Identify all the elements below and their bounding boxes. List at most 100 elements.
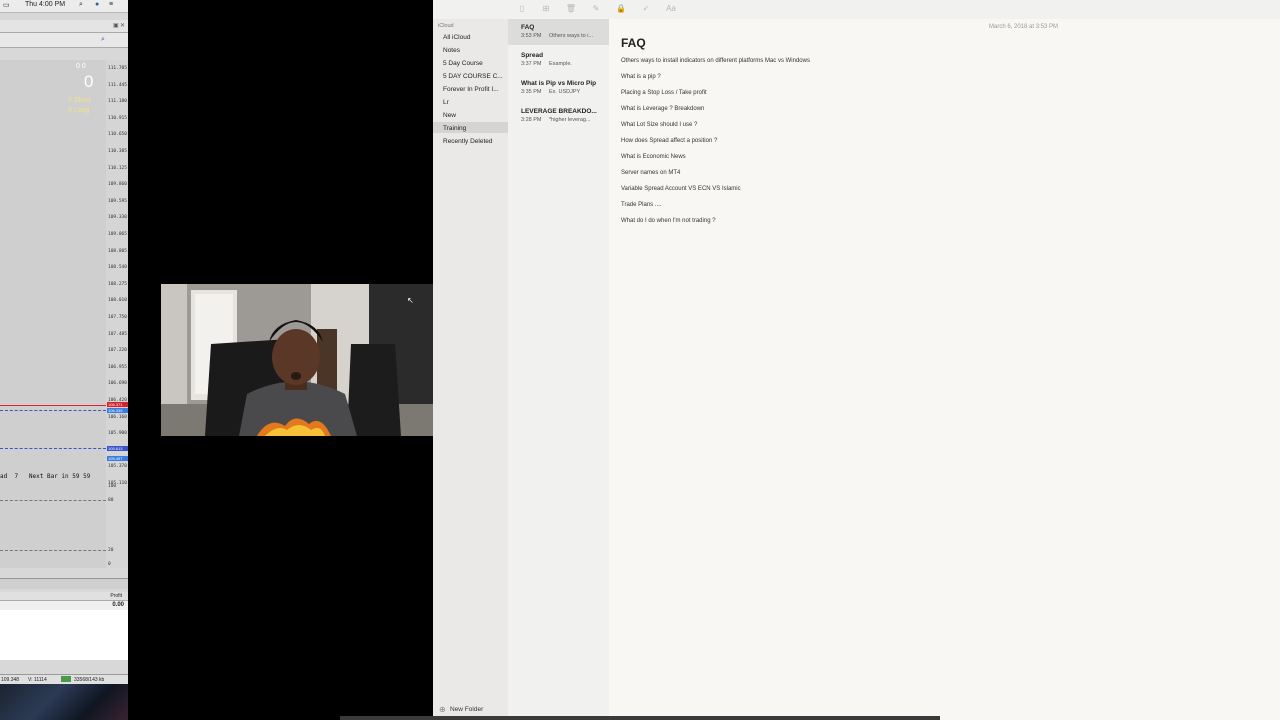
folder-new[interactable]: New bbox=[443, 112, 456, 119]
note-line[interactable]: What do I do when I'm not trading ? bbox=[621, 218, 716, 224]
note-snippet: Ex. USDJPY bbox=[549, 89, 581, 95]
price-chart[interactable] bbox=[0, 60, 107, 568]
status-traffic: 33568/143 kb bbox=[74, 677, 105, 683]
balance-value: 0 bbox=[84, 72, 94, 91]
price-tick: 106.690 bbox=[108, 381, 127, 387]
folder-lr[interactable]: Lr bbox=[443, 99, 449, 106]
note-line[interactable]: What is Economic News bbox=[621, 154, 686, 160]
menu-bar: ▭ Thu 4:00 PM ⌕ ● ≡ bbox=[0, 0, 128, 13]
note-list-item[interactable]: What is Pip vs Micro Pip 3:35 PM Ex. USD… bbox=[508, 75, 609, 101]
balance-counters: 0 0 bbox=[76, 63, 86, 70]
folder-all-icloud[interactable]: All iCloud bbox=[443, 34, 470, 41]
profit-header-label: Profit bbox=[110, 593, 122, 599]
connection-icon bbox=[61, 676, 71, 682]
price-level-red bbox=[0, 405, 106, 406]
folder-notes[interactable]: Notes bbox=[443, 47, 460, 54]
note-list-item[interactable]: FAQ 3:53 PM Others ways to i... bbox=[508, 19, 609, 45]
window-restore-icon[interactable]: ▣ bbox=[113, 22, 119, 29]
folder-forever-in-profit[interactable]: Forever In Profit I... bbox=[443, 86, 499, 93]
menu-icon[interactable]: ≡ bbox=[109, 1, 113, 8]
price-label-blue: 106.335 bbox=[107, 408, 128, 413]
price-tick: 108.010 bbox=[108, 298, 127, 304]
note-time: 3:35 PM bbox=[521, 89, 542, 95]
price-tick: 109.330 bbox=[108, 215, 127, 221]
note-time: 3:37 PM bbox=[521, 61, 542, 67]
price-label-red: 106.371 bbox=[107, 402, 128, 407]
account-label: iCloud bbox=[438, 23, 454, 29]
search-icon[interactable]: ⌕ bbox=[79, 1, 83, 9]
note-line[interactable]: Variable Spread Account VS ECN VS Islami… bbox=[621, 186, 741, 192]
terminal-scrollbar[interactable] bbox=[0, 578, 128, 589]
sidebar-toggle-icon[interactable]: ▯ bbox=[515, 4, 529, 14]
note-line[interactable]: What is Leverage ? Breakdown bbox=[621, 106, 704, 112]
webcam-video: ↖ bbox=[161, 284, 433, 436]
note-title: What is Pip vs Micro Pip bbox=[521, 80, 597, 87]
price-tick: 108.275 bbox=[108, 281, 127, 287]
display-icon[interactable]: ▭ bbox=[3, 1, 10, 9]
price-tick: 110.125 bbox=[108, 165, 127, 171]
profit-value: 0.00 bbox=[112, 602, 124, 608]
folder-recently-deleted[interactable]: Recently Deleted bbox=[443, 138, 493, 145]
format-icon[interactable]: Aa bbox=[664, 4, 678, 14]
note-title: FAQ bbox=[521, 24, 535, 31]
price-tick: 109.860 bbox=[108, 182, 127, 188]
lock-icon[interactable]: 🔒 bbox=[614, 4, 628, 14]
terminal-panel bbox=[0, 610, 128, 660]
note-line[interactable]: Placing a Stop Loss / Take profit bbox=[621, 90, 707, 96]
add-icon: ⊕ bbox=[439, 705, 446, 714]
note-line[interactable]: What Lot Size should I use ? bbox=[621, 122, 697, 128]
status-price: 109.348 bbox=[1, 677, 20, 683]
note-heading[interactable]: FAQ bbox=[621, 36, 646, 50]
note-list-item[interactable]: Spread 3:37 PM Example. bbox=[508, 47, 609, 73]
notes-toolbar: ▯ ⊞ 🗑 ✎ 🔒 ✓ Aa bbox=[433, 0, 1280, 20]
siri-icon[interactable]: ● bbox=[95, 1, 99, 8]
profit-header: Profit bbox=[0, 592, 128, 600]
note-editor[interactable]: March 6, 2018 at 3:53 PM FAQ Others ways… bbox=[609, 19, 1280, 720]
price-tick: 105.370 bbox=[108, 464, 127, 470]
note-line[interactable]: Server names on MT4 bbox=[621, 170, 680, 176]
note-line[interactable]: Others ways to install indicators on dif… bbox=[621, 58, 810, 64]
note-list-item[interactable]: LEVERAGE BREAKDO... 3:28 PM *higher leve… bbox=[508, 103, 609, 129]
desktop-wallpaper bbox=[0, 684, 128, 720]
grid-view-icon[interactable]: ⊞ bbox=[539, 4, 553, 14]
clock[interactable]: Thu 4:00 PM bbox=[25, 1, 65, 8]
indicator-tick: 100 bbox=[108, 484, 117, 489]
price-axis: 111.705 111.445 111.180 110.915 110.650 110.3… bbox=[106, 60, 128, 568]
next-bar-timer: ad 7 Next Bar in 59 59 bbox=[0, 473, 91, 480]
folder-sidebar: iCloud All iCloud Notes 5 Day Course 5 D… bbox=[433, 19, 509, 720]
indicator-line-20 bbox=[0, 550, 106, 551]
compose-icon[interactable]: ✎ bbox=[589, 4, 603, 14]
indicator-tick: 80 bbox=[108, 498, 114, 503]
price-label-blue-2: 105.613 bbox=[107, 446, 128, 451]
price-tick: 106.955 bbox=[108, 364, 127, 370]
checklist-icon[interactable]: ✓ bbox=[639, 4, 653, 14]
note-time: 3:28 PM bbox=[521, 117, 542, 123]
price-tick: 107.750 bbox=[108, 315, 127, 320]
price-level-blue bbox=[0, 410, 106, 411]
trash-icon[interactable]: 🗑 bbox=[564, 4, 578, 14]
note-snippet: *higher leverag... bbox=[549, 117, 591, 123]
indicator-line-80 bbox=[0, 500, 106, 501]
notes-list: FAQ 3:53 PM Others ways to i... Spread 3… bbox=[508, 19, 610, 720]
note-line[interactable]: Trade Plans .... bbox=[621, 202, 661, 208]
folder-5-day-course[interactable]: 5 Day Course bbox=[443, 60, 483, 67]
folder-training[interactable]: Training bbox=[443, 125, 466, 132]
dock[interactable] bbox=[340, 716, 940, 720]
price-tick: 109.595 bbox=[108, 198, 127, 204]
window-close-icon[interactable]: ✕ bbox=[120, 22, 125, 29]
note-line[interactable]: How does Spread affect a position ? bbox=[621, 138, 717, 144]
folder-5-day-course-c[interactable]: 5 DAY COURSE C... bbox=[443, 73, 503, 80]
trading-terminal: ▭ Thu 4:00 PM ⌕ ● ≡ ▣ ✕ ⌕ 0 0 0 0 Short … bbox=[0, 0, 128, 720]
note-line[interactable]: What is a pip ? bbox=[621, 74, 661, 80]
note-title: LEVERAGE BREAKDO... bbox=[521, 108, 597, 115]
price-label-blue-3: 105.497 bbox=[107, 456, 128, 461]
note-date: March 6, 2018 at 3:53 PM bbox=[989, 24, 1059, 30]
price-tick: 108.540 bbox=[108, 265, 127, 271]
zoom-icon[interactable]: ⌕ bbox=[101, 36, 105, 44]
price-tick: 110.385 bbox=[108, 149, 127, 154]
price-tick: 107.220 bbox=[108, 348, 127, 354]
price-level-blue-2 bbox=[0, 448, 106, 449]
note-snippet: Others ways to i... bbox=[549, 33, 594, 39]
terminal-toolbar: ▣ ✕ bbox=[0, 20, 128, 33]
cursor-icon: ↖ bbox=[407, 296, 414, 305]
